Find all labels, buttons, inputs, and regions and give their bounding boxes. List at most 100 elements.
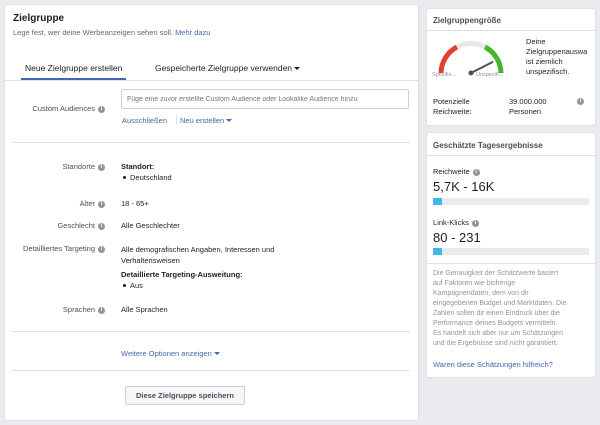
targeting-expansion-heading: Detaillierte Targeting-Ausweitung: [121, 270, 243, 279]
reach-value: 5,7K - 16K [433, 179, 495, 194]
info-icon[interactable]: i [98, 246, 105, 253]
gender-label-text: Geschlecht [57, 221, 95, 230]
targeting-label-text: Detailliertes Targeting [23, 244, 95, 253]
description-line: unspezifisch. [526, 67, 570, 76]
audience-panel: Zielgruppe Lege fest, wer deine Werbeanz… [4, 4, 419, 421]
reach-label-text: Reichweite [433, 167, 470, 176]
create-new-dropdown[interactable]: Neu erstellen [180, 116, 233, 125]
reach-bar [433, 198, 589, 205]
potential-reach-label-line: Reichweite: [433, 107, 472, 116]
description-line: Zielgruppenauswa [526, 47, 588, 56]
section-divider [13, 142, 410, 143]
bullet-icon [123, 176, 126, 179]
link-clicks-value: 80 - 231 [433, 230, 481, 245]
create-new-label: Neu erstellen [180, 116, 225, 125]
languages-value: Alle Sprachen [121, 305, 168, 314]
targeting-label: Detailliertes Targeting i [5, 244, 105, 253]
custom-audience-input-field[interactable] [122, 90, 408, 108]
panel-divider [427, 155, 595, 156]
tab-divider [5, 80, 418, 81]
tab-new-audience[interactable]: Neue Zielgruppe erstellen [21, 63, 127, 80]
learn-more-link[interactable]: Mehr dazu [175, 28, 210, 37]
info-icon[interactable]: i [472, 169, 480, 176]
subtitle-text: Lege fest, wer deine Werbeanzeigen sehen… [13, 28, 173, 37]
locations-label-text: Standorte [62, 162, 95, 171]
link-clicks-bar-fill [433, 248, 443, 255]
audience-size-panel: Zielgruppengröße Spezifis... Unspezifi..… [426, 8, 596, 126]
chevron-down-icon [213, 352, 220, 355]
info-icon[interactable]: i [98, 223, 105, 230]
description-line: ist ziemlich [526, 57, 563, 66]
chevron-down-icon [226, 119, 233, 122]
gauge-hub [468, 70, 474, 76]
location-item-text: Deutschland [130, 173, 172, 182]
page-subtitle: Lege fest, wer deine Werbeanzeigen sehen… [13, 28, 211, 37]
info-icon[interactable]: i [98, 307, 105, 314]
link-clicks-bar [433, 248, 589, 255]
targeting-value: Alle demografischen Angaben, Interessen … [121, 245, 275, 265]
audience-description: Deine Zielgruppenauswa ist ziemlich unsp… [526, 37, 587, 77]
estimates-title: Geschätzte Tagesergebnisse [433, 141, 543, 150]
gauge-left-label: Spezifis... [432, 72, 456, 78]
description-line: Deine [526, 37, 546, 46]
age-label-text: Alter [79, 199, 95, 208]
disclaimer-line: Performance deines Budgets vermitteln. [433, 320, 558, 327]
feedback-link[interactable]: Waren diese Schätzungen hilfreich? [433, 360, 553, 369]
section-divider [13, 331, 410, 332]
potential-reach-label-line: Potenzielle [433, 97, 470, 106]
audience-size-title: Zielgruppengröße [433, 16, 501, 25]
tab-saved-audience[interactable]: Gespeicherte Zielgruppe verwenden [155, 63, 301, 73]
estimates-disclaimer: Die Genauigkeit der Schätzwerte basiert … [433, 269, 567, 349]
exclude-link[interactable]: Ausschließen [122, 116, 167, 125]
gauge-red-segment [438, 44, 459, 74]
reach-bar-fill [433, 198, 443, 205]
more-options-link[interactable]: Weitere Optionen anzeigen [121, 349, 220, 358]
languages-label: Sprachen i [5, 305, 105, 314]
location-item: Deutschland [123, 173, 172, 182]
disclaimer-line: Es handelt sich aber nur um Schätzungen [433, 330, 563, 337]
info-icon[interactable]: i [98, 201, 105, 208]
audience-gauge [438, 41, 504, 76]
daily-estimates-panel: Geschätzte Tagesergebnisse Reichweite i 5… [426, 132, 596, 378]
gender-label: Geschlecht i [5, 221, 105, 230]
tab-saved-audience-label: Gespeicherte Zielgruppe verwenden [155, 63, 293, 73]
bullet-icon [123, 284, 126, 287]
info-icon[interactable]: i [471, 220, 479, 227]
potential-reach-label: Potenzielle Reichweite: [433, 97, 472, 117]
disclaimer-line: Kampagnendaten, dem von dir [433, 290, 529, 297]
languages-label-text: Sprachen [62, 305, 95, 314]
tab-new-audience-label: Neue Zielgruppe erstellen [25, 63, 123, 73]
link-separator [176, 115, 177, 124]
chevron-down-icon [294, 67, 301, 70]
panel-divider [427, 30, 595, 31]
custom-audiences-label: Custom Audiences i [5, 104, 105, 113]
info-icon[interactable]: i [98, 164, 105, 171]
disclaimer-line: auf Faktoren wie bisherige [433, 280, 516, 287]
age-value: 18 - 65+ [121, 199, 149, 208]
disclaimer-line: Die Genauigkeit der Schätzwerte basiert [433, 270, 559, 277]
potential-reach-value-line: Personen [509, 107, 542, 116]
potential-reach-value-line: 39.000.000 [509, 97, 547, 106]
location-heading: Standort: [121, 162, 155, 171]
gauge-right-label: Unspezifi... [476, 72, 504, 78]
gauge-mid-segment [455, 41, 487, 50]
link-clicks-label-text: Link-Klicks [433, 218, 469, 227]
info-icon[interactable]: i [577, 98, 584, 105]
section-divider [13, 370, 410, 371]
page-title: Zielgruppe [13, 13, 65, 24]
disclaimer-line: eingegebenen Budget und Marktdaten. Die [433, 300, 567, 307]
targeting-expansion-item: Aus [123, 281, 143, 290]
targeting-expansion-item-text: Aus [130, 281, 143, 290]
custom-audiences-label-text: Custom Audiences [32, 104, 95, 113]
link-clicks-label: Link-Klicks i [433, 218, 479, 227]
more-options-label: Weitere Optionen anzeigen [121, 349, 212, 358]
disclaimer-line: Zahlen sollen dir einen Eindruck über di… [433, 310, 560, 317]
gender-value: Alle Geschlechter [121, 221, 180, 230]
custom-audience-input[interactable] [121, 89, 409, 109]
disclaimer-line: und die Ergebnisse sind nicht garantiert… [433, 340, 558, 347]
age-label: Alter i [5, 199, 105, 208]
reach-label: Reichweite i [433, 167, 480, 176]
potential-reach-value: 39.000.000 Personen [509, 97, 547, 117]
save-audience-button[interactable]: Diese Zielgruppe speichern [125, 386, 245, 405]
info-icon[interactable]: i [98, 106, 105, 113]
